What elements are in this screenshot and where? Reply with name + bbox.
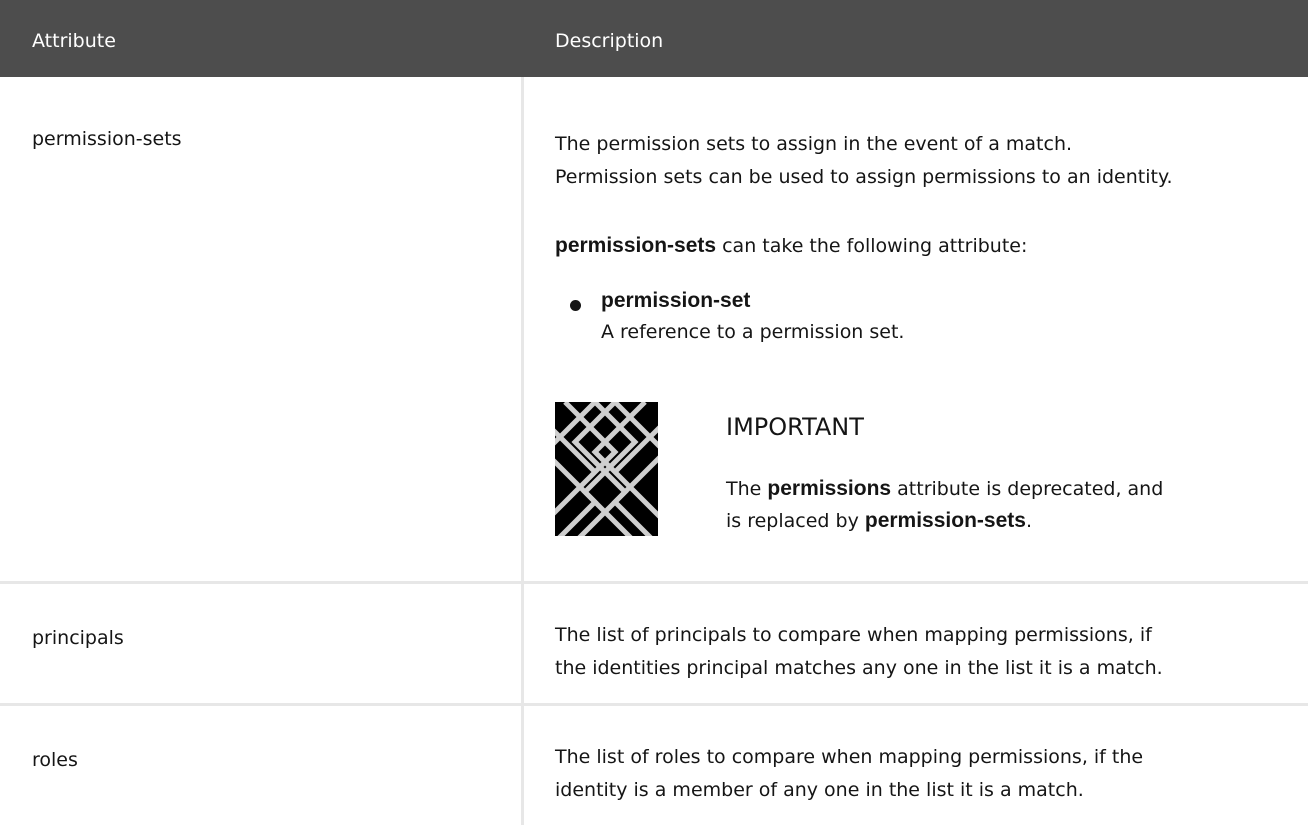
table-row-attribute: principals [32, 627, 124, 649]
important-title: IMPORTANT [726, 413, 864, 441]
table-row-description: The list of roles to compare when mappin… [555, 741, 1300, 807]
bullet-term: permission-set [601, 289, 751, 312]
bullet-description: A reference to a permission set. [601, 321, 905, 343]
description-line: The permission sets to assign in the eve… [555, 133, 1073, 155]
subattribute-text: can take the following attribute: [716, 235, 1028, 257]
header-description: Description [555, 30, 664, 52]
important-pattern-icon [541, 390, 669, 554]
table-row-description: The list of principals to compare when m… [555, 619, 1300, 685]
table-row-attribute: permission-sets [32, 128, 182, 150]
row-divider [0, 581, 1308, 584]
row-divider [0, 703, 1308, 706]
important-text-part: . [1025, 510, 1032, 532]
important-text-part: is replaced by [726, 510, 865, 532]
description-line: Permission sets can be used to assign pe… [555, 166, 1173, 188]
description-line: The list of roles to compare when mappin… [555, 746, 1144, 768]
description-line: the identities principal matches any one… [555, 657, 1163, 679]
important-text: The permissions attribute is deprecated,… [726, 473, 1286, 537]
subattribute-term: permission-sets [555, 234, 717, 257]
description-line: The list of principals to compare when m… [555, 624, 1152, 646]
description-line: identity is a member of any one in the l… [555, 779, 1084, 801]
table-row-description: The permission sets to assign in the eve… [555, 128, 1300, 194]
table-row-attribute: roles [32, 749, 78, 771]
important-text-part: attribute is deprecated, and [891, 478, 1164, 500]
important-term: permissions [767, 477, 892, 500]
important-term: permission-sets [864, 509, 1026, 532]
column-divider [521, 77, 524, 825]
table-header: Attribute Description [0, 0, 1308, 77]
header-attribute: Attribute [32, 30, 116, 52]
important-text-part: The [726, 478, 768, 500]
attributes-table: Attribute Description permission-sets Th… [0, 0, 1308, 825]
subattribute-intro: permission-sets can take the following a… [555, 229, 1300, 263]
bullet-icon [570, 300, 581, 311]
